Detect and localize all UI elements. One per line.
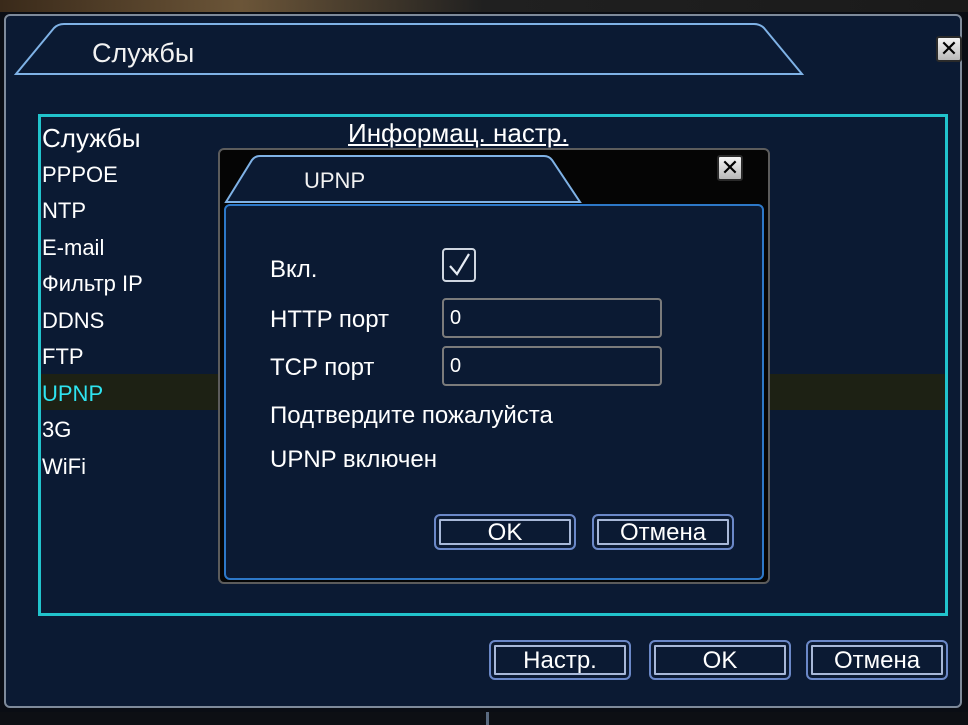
list-item-ip-filter[interactable]: Фильтр IP [42, 266, 242, 303]
dialog-title: UPNP [304, 168, 366, 193]
bottom-strip [0, 712, 968, 725]
background-video-strip [0, 0, 968, 12]
list-item-3g[interactable]: 3G [42, 412, 242, 449]
bottom-divider [486, 712, 489, 725]
upnp-dialog: UPNP ✕ Вкл. HTTP порт 0 TCP порт 0 Подтв… [218, 148, 770, 584]
cancel-button[interactable]: Отмена [806, 640, 948, 680]
close-icon[interactable]: ✕ [936, 36, 962, 62]
list-item-ftp[interactable]: FTP [42, 339, 242, 376]
dialog-ok-button[interactable]: OK [434, 514, 576, 550]
list-header: Службы [42, 123, 141, 153]
ok-button[interactable]: OK [649, 640, 791, 680]
status-text: UPNP включен [270, 446, 438, 473]
list-item-upnp[interactable]: UPNP [42, 376, 242, 413]
list-item-email[interactable]: E-mail [42, 230, 242, 267]
list-item-wifi[interactable]: WiFi [42, 449, 242, 486]
list-item-pppoe[interactable]: PPPOE [42, 157, 242, 194]
enable-label: Вкл. [270, 256, 318, 283]
services-list: Службы PPPOE NTP E-mail Фильтр IP DDNS F… [42, 120, 242, 485]
list-item-ntp[interactable]: NTP [42, 193, 242, 230]
close-icon[interactable]: ✕ [717, 155, 743, 181]
list-item-ddns[interactable]: DDNS [42, 303, 242, 340]
confirm-text: Подтвердите пожалуйста [270, 402, 553, 429]
checkmark-icon [449, 253, 470, 276]
http-port-label: HTTP порт [270, 306, 390, 333]
dialog-cancel-button[interactable]: Отмена [592, 514, 734, 550]
enable-checkbox[interactable] [442, 248, 476, 282]
dialog-panel: Вкл. HTTP порт 0 TCP порт 0 Подтвердите … [224, 204, 764, 580]
dialog-title-tab: UPNP [224, 154, 584, 209]
info-column-header: Информац. настр. [348, 118, 569, 148]
tcp-port-label: TCP порт [270, 354, 375, 381]
setup-button[interactable]: Настр. [489, 640, 631, 680]
http-port-field[interactable]: 0 [442, 298, 662, 338]
window-title-tab: Службы [14, 22, 804, 76]
tcp-port-field[interactable]: 0 [442, 346, 662, 386]
window-title: Службы [92, 38, 195, 68]
